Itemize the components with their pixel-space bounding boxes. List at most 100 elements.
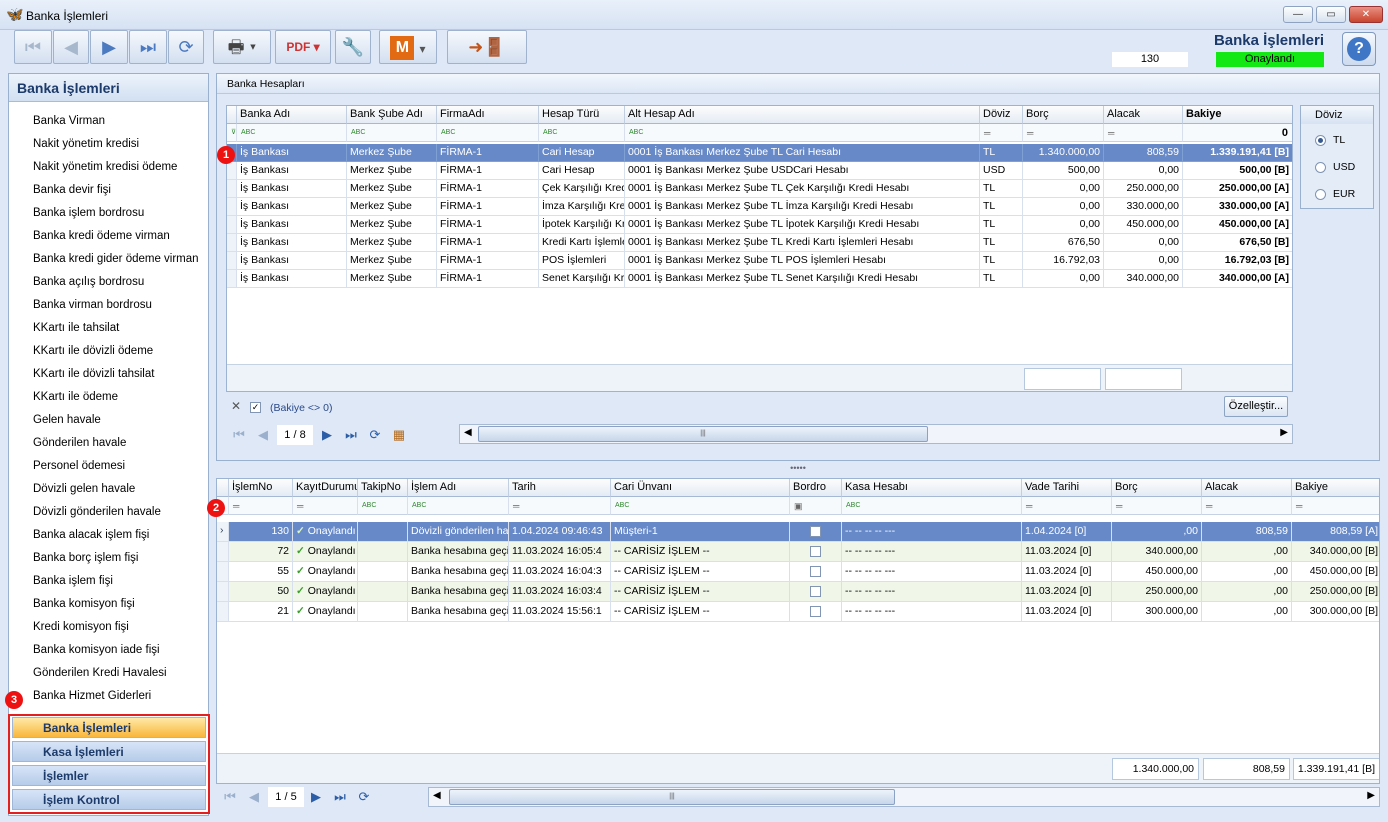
cell-takip-no[interactable] [358,562,408,582]
table-row[interactable]: İş Bankası Merkez Şube FİRMA-1 POS İşlemler… [227,252,1292,270]
maximize-button[interactable]: ▭ [1316,6,1346,23]
panel-splitter[interactable]: ••••• [216,463,1380,477]
cell-alacak[interactable]: 808,59 [1104,144,1183,162]
filter-cell-kasa-hesabi[interactable]: ABC [842,497,1022,515]
minimize-button[interactable]: — [1283,6,1313,23]
cell-kasa-hesabi[interactable]: -- -- -- -- --- [842,542,1022,562]
cell-sube-adi[interactable]: Merkez Şube [347,252,437,270]
filter-cell-takip-no[interactable]: ABC [358,497,408,515]
column-header-banka-adi[interactable]: Banka Adı [237,106,347,124]
nav-first-icon[interactable]: ⏮ [229,425,249,445]
left-menu-item[interactable]: Banka işlem bordrosu [33,207,144,219]
column-header-vade-tarihi[interactable]: Vade Tarihi [1022,479,1112,497]
column-header-islem-adi[interactable]: İşlem Adı [408,479,509,497]
cell-cari-unvani[interactable]: -- CARİSİZ İŞLEM -- [611,562,790,582]
cell-bordro[interactable] [790,602,842,622]
cell-borc[interactable]: 250.000,00 [1112,582,1202,602]
radio-usd[interactable] [1315,162,1326,173]
nav-last-icon[interactable]: ⏭ [330,787,350,807]
cell-bakiye[interactable]: 340.000,00 [B] [1292,542,1379,562]
cell-firma-adi[interactable]: FİRMA-1 [437,144,539,162]
pdf-export-button[interactable]: PDF ▾ [275,30,331,64]
scroll-left-icon[interactable]: ◀ [464,427,472,438]
scroll-right-icon[interactable]: ▶ [1367,790,1375,801]
cell-islem-no[interactable]: 130 [229,522,293,542]
column-header-bordro[interactable]: Bordro [790,479,842,497]
cell-islem-no[interactable]: 72 [229,542,293,562]
table-row[interactable]: İş Bankası Merkez Şube FİRMA-1 Çek Karşılığ… [227,180,1292,198]
cell-alacak[interactable]: 250.000,00 [1104,180,1183,198]
cell-sube-adi[interactable]: Merkez Şube [347,234,437,252]
nav-prev-icon[interactable]: ◀ [244,787,264,807]
column-header-kasa-hesabi[interactable]: Kasa Hesabı [842,479,1022,497]
cell-kayit-durumu[interactable]: ✓ Onaylandı [293,562,358,582]
column-header-kayit-durumu[interactable]: KayıtDurumu [293,479,358,497]
cell-banka-adi[interactable]: İş Bankası [237,198,347,216]
row-indicator[interactable] [227,252,237,270]
group-islemler[interactable]: İşlemler [12,765,206,786]
cell-hesap-turu[interactable]: Cari Hesap [539,162,625,180]
filter-cell-islem-no[interactable]: ═ [229,497,293,515]
nav-first-icon[interactable]: ⏮ [220,787,240,807]
row-indicator[interactable] [227,162,237,180]
cell-tarih[interactable]: 11.03.2024 15:56:1 [509,602,611,622]
left-menu-item[interactable]: Banka borç işlem fişi [33,552,138,564]
cell-alacak[interactable]: 0,00 [1104,252,1183,270]
cell-tarih[interactable]: 11.03.2024 16:03:4 [509,582,611,602]
left-menu-item[interactable]: Banka işlem fişi [33,575,113,587]
cell-bakiye[interactable]: 250.000,00 [A] [1183,180,1292,198]
left-menu-item[interactable]: Banka Virman [33,115,105,127]
cell-alt-hesap-adi[interactable]: 0001 İş Bankası Merkez Şube TL Çek Karşı… [625,180,980,198]
table-row[interactable]: İş Bankası Merkez Şube FİRMA-1 Senet Karşıl… [227,270,1292,288]
cell-borc[interactable]: 0,00 [1023,270,1104,288]
left-menu-item[interactable]: KKartı ile dövizli ödeme [33,345,153,357]
column-header-firma-adi[interactable]: FirmaAdı [437,106,539,124]
cell-borc[interactable]: ,00 [1112,522,1202,542]
cell-borc[interactable]: 500,00 [1023,162,1104,180]
help-button[interactable]: ? [1342,32,1376,66]
nav-prev-icon[interactable]: ◀ [253,425,273,445]
left-menu-item[interactable]: Nakit yönetim kredisi [33,138,139,150]
row-indicator[interactable] [217,562,229,582]
cell-bakiye[interactable]: 330.000,00 [A] [1183,198,1292,216]
scroll-thumb[interactable]: ||| [478,426,928,442]
bordro-checkbox[interactable] [810,606,821,617]
group-kasa-islemleri[interactable]: Kasa İşlemleri [12,741,206,762]
table-row[interactable]: 50 ✓ Onaylandı Banka hesabına geçiş 11.03.2… [217,582,1379,602]
cell-alacak[interactable]: ,00 [1202,562,1292,582]
cell-kayit-durumu[interactable]: ✓ Onaylandı [293,582,358,602]
cell-cari-unvani[interactable]: Müşteri-1 [611,522,790,542]
filter-cell-alt-hesap-adi[interactable]: ABC [625,124,980,142]
row-indicator[interactable] [217,582,229,602]
cell-vade-tarihi[interactable]: 1.04.2024 [0] [1022,522,1112,542]
left-menu-item[interactable]: Banka komisyon fişi [33,598,135,610]
cell-sube-adi[interactable]: Merkez Şube [347,216,437,234]
column-header-bakiye[interactable]: Bakiye [1183,106,1292,124]
cell-doviz[interactable]: TL [980,270,1023,288]
cell-kasa-hesabi[interactable]: -- -- -- -- --- [842,522,1022,542]
cell-doviz[interactable]: TL [980,144,1023,162]
cell-banka-adi[interactable]: İş Bankası [237,270,347,288]
cell-takip-no[interactable] [358,542,408,562]
filter-cell-islem-adi[interactable]: ABC [408,497,509,515]
cell-tarih[interactable]: 1.04.2024 09:46:43 [509,522,611,542]
cell-vade-tarihi[interactable]: 11.03.2024 [0] [1022,542,1112,562]
cell-bordro[interactable] [790,522,842,542]
left-menu-item[interactable]: Banka kredi gider ödeme virman [33,253,199,265]
column-header-borc[interactable]: Borç [1112,479,1202,497]
nav-refresh-icon[interactable]: ⟳ [365,425,385,445]
cell-cari-unvani[interactable]: -- CARİSİZ İŞLEM -- [611,542,790,562]
table-row[interactable]: 21 ✓ Onaylandı Banka hesabına geçiş 11.03.2… [217,602,1379,622]
cell-bakiye[interactable]: 450.000,00 [A] [1183,216,1292,234]
filter-cell-bakiye-value[interactable]: 0 [1183,124,1292,142]
cell-islem-no[interactable]: 21 [229,602,293,622]
filter-active-checkbox[interactable]: ✓ [250,402,261,413]
cell-bakiye[interactable]: 340.000,00 [A] [1183,270,1292,288]
left-menu-item[interactable]: KKartı ile ödeme [33,391,118,403]
cell-takip-no[interactable] [358,522,408,542]
filter-cell-alacak[interactable]: ═ [1104,124,1183,142]
column-header-sube-adi[interactable]: Bank Şube Adı [347,106,437,124]
table-row[interactable]: 55 ✓ Onaylandı Banka hesabına geçiş 11.03.2… [217,562,1379,582]
radio-usd-label[interactable]: USD [1333,161,1355,173]
left-menu-item[interactable]: Gelen havale [33,414,101,426]
